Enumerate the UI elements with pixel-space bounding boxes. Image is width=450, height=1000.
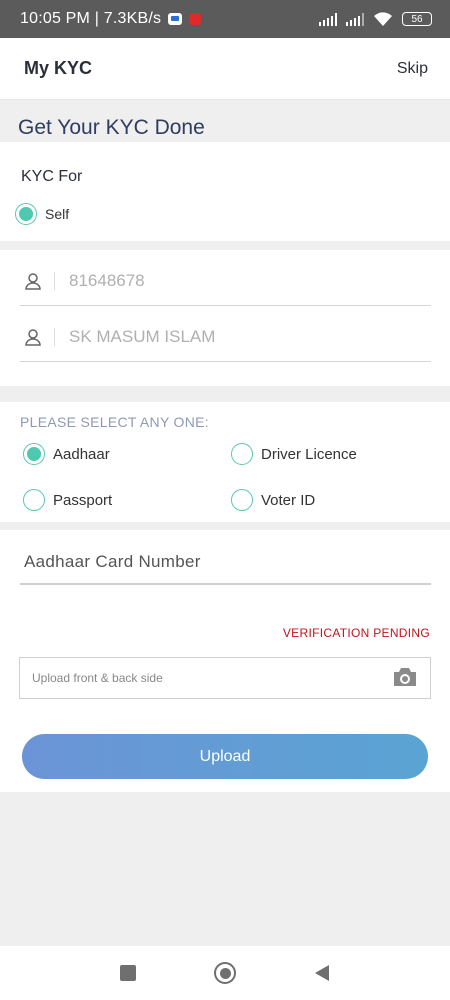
aadhaar-label: Aadhaar bbox=[53, 445, 110, 463]
battery-icon: 56 bbox=[402, 12, 432, 26]
voter-id-radio[interactable] bbox=[231, 489, 253, 511]
voter-id-label: Voter ID bbox=[261, 491, 316, 509]
upload-button[interactable]: Upload bbox=[22, 734, 428, 779]
status-bar: 10:05 PM | 7.3KB/s 56 bbox=[0, 0, 450, 38]
aadhaar-number-field[interactable]: Aadhaar Card Number bbox=[20, 540, 431, 585]
message-notification-icon bbox=[168, 13, 183, 25]
status-time: 10:05 PM | 7.3KB/s bbox=[20, 10, 162, 27]
self-label: Self bbox=[45, 206, 70, 222]
recents-icon[interactable] bbox=[120, 965, 136, 981]
camera-icon[interactable] bbox=[392, 666, 418, 691]
mobile-field[interactable]: 81648678 bbox=[20, 256, 431, 306]
battery-level: 56 bbox=[411, 13, 423, 25]
kyc-for-label: KYC For bbox=[21, 168, 83, 185]
mobile-value: 81648678 bbox=[69, 270, 145, 290]
document-select-label: PLEASE SELECT ANY ONE: bbox=[20, 414, 209, 430]
kyc-for-card bbox=[0, 142, 450, 241]
app-notification-icon bbox=[189, 13, 202, 25]
driver-licence-label: Driver Licence bbox=[261, 445, 357, 463]
page-title: My KYC bbox=[24, 58, 93, 78]
aadhaar-radio-option[interactable]: Aadhaar bbox=[23, 443, 110, 465]
passport-radio-option[interactable]: Passport bbox=[23, 489, 112, 511]
skip-button[interactable]: Skip bbox=[397, 60, 428, 78]
upload-placeholder: Upload front & back side bbox=[32, 671, 163, 685]
verification-status: VERIFICATION PENDING bbox=[282, 626, 430, 640]
person-icon bbox=[20, 328, 46, 346]
app-bar: My KYC Skip bbox=[0, 38, 450, 100]
field-separator bbox=[54, 327, 55, 346]
home-icon-dot bbox=[219, 967, 231, 979]
signal-icon-2 bbox=[346, 12, 364, 26]
name-value: SK MASUM ISLAM bbox=[69, 326, 216, 346]
aadhaar-radio[interactable] bbox=[23, 443, 45, 465]
upload-document-field[interactable]: Upload front & back side bbox=[19, 657, 431, 699]
name-field[interactable]: SK MASUM ISLAM bbox=[20, 312, 431, 362]
self-radio[interactable] bbox=[15, 203, 37, 225]
self-radio-option[interactable]: Self bbox=[15, 203, 69, 225]
back-icon[interactable] bbox=[314, 964, 330, 982]
person-icon bbox=[20, 272, 46, 290]
system-nav-bar bbox=[0, 946, 450, 1000]
signal-icon bbox=[319, 12, 337, 26]
driver-licence-radio-option[interactable]: Driver Licence bbox=[231, 443, 357, 465]
field-separator bbox=[54, 271, 55, 290]
home-icon[interactable] bbox=[214, 962, 236, 984]
driver-licence-radio[interactable] bbox=[231, 443, 253, 465]
passport-label: Passport bbox=[53, 491, 113, 509]
section-heading: Get Your KYC Done bbox=[18, 116, 205, 139]
voter-id-radio-option[interactable]: Voter ID bbox=[231, 489, 315, 511]
wifi-icon bbox=[374, 11, 392, 26]
passport-radio[interactable] bbox=[23, 489, 45, 511]
